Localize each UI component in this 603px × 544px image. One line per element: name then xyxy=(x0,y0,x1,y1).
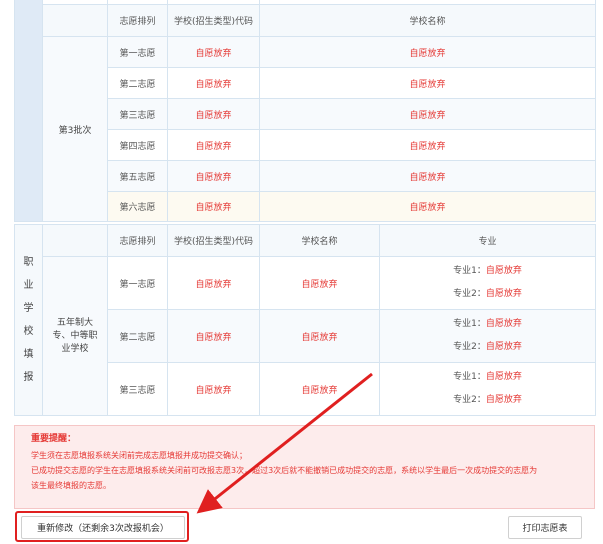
school-name: 自愿放弃 xyxy=(259,98,596,130)
major2-value: 自愿放弃 xyxy=(485,395,522,405)
major1-value: 自愿放弃 xyxy=(485,372,522,382)
major-cell: 专业1：自愿放弃 专业2：自愿放弃 xyxy=(379,362,596,416)
header-school-name: 学校名称 xyxy=(259,4,596,37)
school-name: 自愿放弃 xyxy=(259,362,380,416)
volunteer-order: 第五志愿 xyxy=(107,160,168,192)
school-code: 自愿放弃 xyxy=(167,362,260,416)
table-row: 第3批次 第一志愿 自愿放弃 自愿放弃 xyxy=(14,36,596,222)
major2-value: 自愿放弃 xyxy=(485,342,522,352)
vocational-side-label: 职 业 学 校 填 报 xyxy=(14,224,43,416)
header-order: 志愿排列 xyxy=(107,4,168,37)
school-name: 自愿放弃 xyxy=(259,129,596,161)
major1-value: 自愿放弃 xyxy=(485,319,522,329)
volunteer-order: 第三志愿 xyxy=(107,362,168,416)
notice-line: 已成功提交志愿的学生在志愿填报系统关闭前可改报志愿3次，超过3次后就不能撤销已成… xyxy=(31,466,538,475)
highlight-box xyxy=(15,511,189,542)
school-code: 自愿放弃 xyxy=(167,36,260,68)
header-major: 专业 xyxy=(379,224,596,257)
volunteer-order: 第一志愿 xyxy=(107,36,168,68)
volunteer-order: 第三志愿 xyxy=(107,98,168,130)
school-code: 自愿放弃 xyxy=(167,160,260,192)
school-name: 自愿放弃 xyxy=(259,256,380,310)
notice-line: 该生最终填报的志愿。 xyxy=(31,481,111,490)
notice-line: 学生须在志愿填报系统关闭前完成志愿填报并成功提交确认； xyxy=(31,451,247,460)
header-order: 志愿排列 xyxy=(107,224,168,257)
header-school-code: 学校(招生类型)代码 xyxy=(167,4,260,37)
side-panel xyxy=(14,0,43,222)
school-name: 自愿放弃 xyxy=(259,160,596,192)
school-code: 自愿放弃 xyxy=(167,256,260,310)
batch-label: 第3批次 xyxy=(42,36,108,222)
volunteer-order: 第一志愿 xyxy=(107,256,168,310)
school-code: 自愿放弃 xyxy=(167,67,260,99)
batch3-table: 志愿排列 学校(招生类型)代码 学校名称 第3批次 第一志愿 自愿放弃 自愿放弃… xyxy=(14,0,596,222)
major-cell: 专业1：自愿放弃 专业2：自愿放弃 xyxy=(379,256,596,310)
volunteer-order: 第二志愿 xyxy=(107,309,168,363)
header-school-code: 学校(招生类型)代码 xyxy=(167,224,260,257)
volunteer-order: 第四志愿 xyxy=(107,129,168,161)
school-code: 自愿放弃 xyxy=(167,309,260,363)
volunteer-form-page: 志愿排列 学校(招生类型)代码 学校名称 第3批次 第一志愿 自愿放弃 自愿放弃… xyxy=(0,0,603,544)
table-row: 五年制大专、中等职业学校 第一志愿 自愿放弃 自愿放弃 专业1：自愿放弃 专业2… xyxy=(14,256,596,416)
school-code: 自愿放弃 xyxy=(167,98,260,130)
volunteer-order: 第二志愿 xyxy=(107,67,168,99)
school-name: 自愿放弃 xyxy=(259,309,380,363)
school-category: 五年制大专、中等职业学校 xyxy=(42,256,108,416)
important-notice: 重要提醒： 学生须在志愿填报系统关闭前完成志愿填报并成功提交确认； 已成功提交志… xyxy=(14,425,595,509)
major-cell: 专业1：自愿放弃 专业2：自愿放弃 xyxy=(379,309,596,363)
major1-value: 自愿放弃 xyxy=(485,266,522,276)
notice-title: 重要提醒： xyxy=(31,434,77,444)
vocational-table: 职 业 学 校 填 报 志愿排列 学校(招生类型)代码 学校名称 专业 五年制大… xyxy=(14,224,596,416)
school-code: 自愿放弃 xyxy=(167,191,260,222)
major2-value: 自愿放弃 xyxy=(485,289,522,299)
volunteer-order: 第六志愿 xyxy=(107,191,168,222)
school-name: 自愿放弃 xyxy=(259,67,596,99)
school-code: 自愿放弃 xyxy=(167,129,260,161)
print-button[interactable]: 打印志愿表 xyxy=(508,516,582,539)
table-header-row: 职 业 学 校 填 报 志愿排列 学校(招生类型)代码 学校名称 专业 xyxy=(14,224,596,416)
school-name: 自愿放弃 xyxy=(259,191,596,222)
table-header-row: 志愿排列 学校(招生类型)代码 学校名称 xyxy=(15,4,596,37)
header-school-name: 学校名称 xyxy=(259,224,380,257)
school-name: 自愿放弃 xyxy=(259,36,596,68)
